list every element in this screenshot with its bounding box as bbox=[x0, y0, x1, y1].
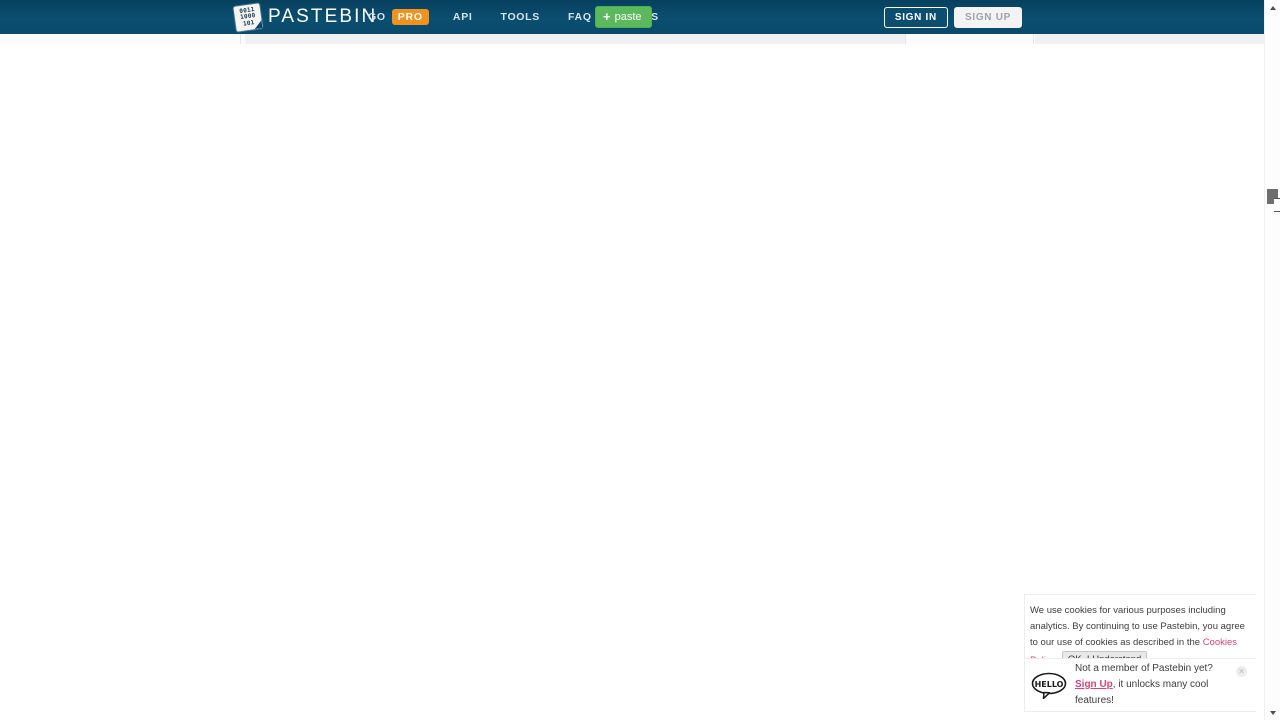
scroll-down-arrow-icon[interactable] bbox=[1265, 705, 1280, 720]
svg-text:HELLO: HELLO bbox=[1035, 680, 1064, 689]
pastebin-logo-icon: 0011 1000 101 bbox=[233, 2, 263, 32]
scroll-up-arrow-icon[interactable] bbox=[1265, 0, 1280, 15]
signup-toast-line-1: Not a member of Pastebin yet? bbox=[1075, 663, 1213, 674]
nav-item-api[interactable]: API bbox=[439, 0, 487, 34]
site-logo[interactable]: 0011 1000 101 PASTEBIN bbox=[233, 0, 378, 34]
browser-page: 0011 1000 101 PASTEBIN GO PRO API TOOLS … bbox=[0, 0, 1280, 720]
signup-toast-text: Not a member of Pastebin yet? Sign Up, i… bbox=[1075, 661, 1248, 709]
site-wordmark: PASTEBIN bbox=[268, 6, 378, 27]
new-paste-button[interactable]: + paste bbox=[595, 6, 652, 28]
plus-icon: + bbox=[603, 9, 611, 24]
sign-up-button[interactable]: SIGN UP bbox=[953, 7, 1022, 28]
nav-go-label: GO bbox=[368, 11, 386, 23]
hello-speech-bubble-icon: HELLO bbox=[1031, 672, 1067, 699]
vertical-scrollbar[interactable] bbox=[1264, 0, 1280, 720]
nav-item-go-pro[interactable]: GO PRO bbox=[363, 0, 439, 34]
site-header: 0011 1000 101 PASTEBIN GO PRO API TOOLS … bbox=[0, 0, 1280, 34]
close-icon[interactable]: ✕ bbox=[1236, 666, 1247, 677]
auth-buttons: SIGN IN SIGN UP bbox=[883, 7, 1022, 28]
nav-item-tools[interactable]: TOOLS bbox=[487, 0, 554, 34]
pro-badge: PRO bbox=[391, 8, 429, 26]
scrollbar-drag-cursor bbox=[1274, 198, 1280, 212]
signup-toast: HELLO Not a member of Pastebin yet? Sign… bbox=[1024, 658, 1256, 712]
new-paste-label: paste bbox=[614, 11, 642, 23]
signup-toast-link[interactable]: Sign Up bbox=[1075, 679, 1113, 690]
sign-in-button[interactable]: SIGN IN bbox=[883, 7, 948, 28]
logo-bits-line-3: 101 bbox=[242, 18, 255, 27]
